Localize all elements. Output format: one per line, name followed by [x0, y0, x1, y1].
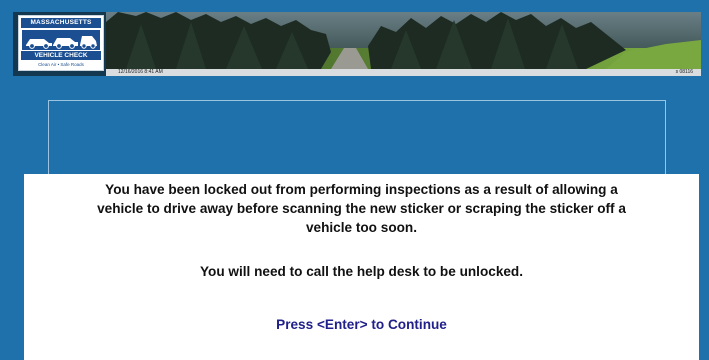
lockout-message: You have been locked out from performing… — [24, 180, 699, 237]
timestamp: 12/16/2016 8:41 AM — [118, 69, 163, 75]
lockout-dialog: You have been locked out from performing… — [24, 174, 699, 360]
lockout-message-line3: vehicle too soon. — [305, 220, 418, 235]
station-id: s 08116 — [675, 69, 693, 75]
header-bar: MASSACHUSETTS VEHICLE CHECK Clean Air • … — [13, 12, 701, 76]
lockout-message-line2: vehicle to drive away before scanning th… — [97, 201, 626, 216]
logo-program-text: VEHICLE CHECK — [21, 51, 101, 60]
status-strip: 12/16/2016 8:41 AM s 08116 — [106, 69, 701, 76]
help-desk-message: You will need to call the help desk to b… — [199, 264, 524, 279]
continue-prompt[interactable]: Press <Enter> to Continue — [24, 315, 699, 334]
inspection-screen: MASSACHUSETTS VEHICLE CHECK Clean Air • … — [0, 0, 709, 360]
lockout-message-line1: You have been locked out from performing… — [105, 182, 618, 197]
mass-vehicle-check-logo: MASSACHUSETTS VEHICLE CHECK Clean Air • … — [18, 15, 104, 71]
logo-tagline: Clean Air • Safe Roads — [38, 62, 84, 67]
forest-road-banner — [106, 12, 701, 69]
logo-state-text: MASSACHUSETTS — [21, 18, 101, 28]
cars-icon — [22, 30, 100, 50]
